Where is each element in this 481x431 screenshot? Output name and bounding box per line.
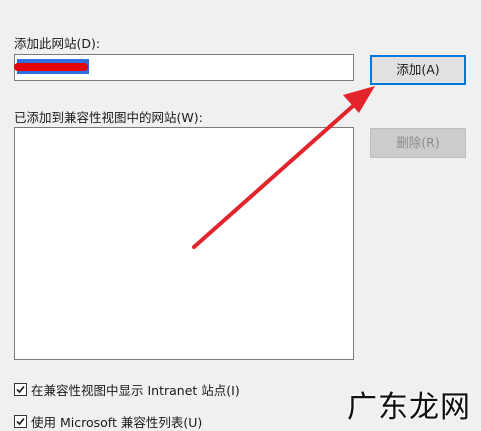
- intranet-option-label: 在兼容性视图中显示 Intranet 站点(I): [31, 382, 240, 398]
- ms-list-checkbox[interactable]: [14, 414, 27, 428]
- ms-list-option[interactable]: 使用 Microsoft 兼容性列表(U): [14, 412, 202, 430]
- website-list[interactable]: [14, 127, 354, 360]
- intranet-checkbox[interactable]: [14, 382, 27, 396]
- website-list-label: 已添加到兼容性视图中的网站(W):: [14, 110, 203, 125]
- add-button[interactable]: 添加(A): [370, 55, 466, 85]
- redaction-mark: [14, 63, 88, 71]
- checkmark-icon: [16, 385, 25, 393]
- watermark-text: 广东龙网: [347, 390, 471, 425]
- remove-button: 删除(R): [370, 128, 466, 158]
- intranet-option[interactable]: 在兼容性视图中显示 Intranet 站点(I): [14, 380, 240, 398]
- add-site-label: 添加此网站(D):: [14, 36, 101, 51]
- checkmark-icon: [16, 417, 25, 425]
- ms-list-option-label: 使用 Microsoft 兼容性列表(U): [31, 414, 203, 430]
